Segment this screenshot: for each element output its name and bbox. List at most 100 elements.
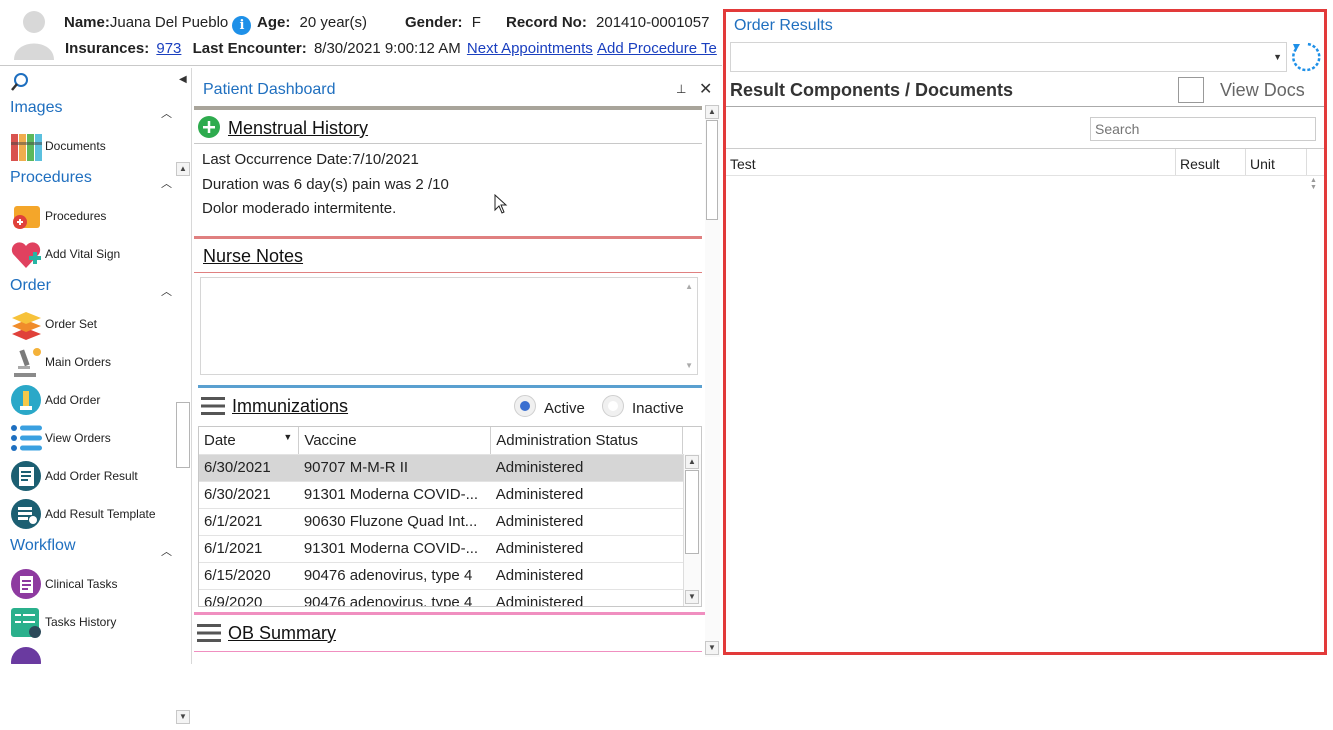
order-select-dropdown[interactable]: ▼ [730, 42, 1287, 72]
menstrual-line: Duration was 6 day(s) pain was 2 /10 [202, 176, 449, 193]
cell-vaccine: 91301 Moderna COVID-... [298, 535, 491, 563]
refresh-icon[interactable] [1290, 40, 1324, 74]
gender-row: Gender: F [405, 14, 481, 31]
collapse-sidebar-icon[interactable]: ◀ [179, 74, 187, 85]
scroll-thumb[interactable] [685, 470, 699, 554]
ob-summary-title[interactable]: OB Summary [228, 623, 336, 644]
add-circle-icon[interactable] [197, 115, 221, 139]
record-row: Record No: 201410-0001057 [506, 14, 709, 31]
insurances-link[interactable]: 973 [156, 40, 181, 57]
scroll-down-icon[interactable]: ▼ [685, 590, 699, 604]
scroll-up-icon[interactable]: ▲ [176, 162, 190, 176]
cell-vaccine: 90476 adenovirus, type 4 [298, 562, 491, 590]
cell-status: Administered [490, 508, 683, 536]
sidebar-item-view-orders[interactable]: View Orders [10, 421, 111, 455]
sidebar-item-label: Clinical Tasks [45, 577, 118, 591]
info-icon[interactable]: i [232, 16, 252, 35]
result-components-title: Result Components / Documents [730, 80, 1014, 100]
sidebar-item-order-set[interactable]: Order Set [10, 307, 97, 341]
cell-status: Administered [490, 562, 683, 590]
sidebar-item-partial[interactable] [10, 646, 43, 664]
name-label: Name: [64, 14, 110, 31]
section-divider [194, 612, 706, 615]
sidebar-item-add-order-result[interactable]: Add Order Result [10, 459, 138, 493]
sidebar-item-tasks-history[interactable]: Tasks History [10, 605, 116, 639]
cell-date: 6/9/2020 [199, 589, 299, 606]
scroll-thumb[interactable] [176, 402, 190, 468]
inactive-radio[interactable] [602, 395, 624, 417]
chevron-up-icon[interactable]: ︿ [161, 543, 172, 559]
section-order[interactable]: Order [10, 277, 51, 295]
chevron-up-icon[interactable]: ︿ [161, 175, 172, 191]
cell-vaccine: 90707 M-M-R II [298, 454, 491, 482]
sidebar-item-procedures[interactable]: Procedures [10, 199, 106, 233]
active-radio[interactable] [514, 395, 536, 417]
column-header-result[interactable]: Result [1180, 156, 1220, 172]
nurse-notes-textarea[interactable]: ▲ ▼ [200, 277, 698, 375]
sidebar-scrollbar[interactable]: ▲ ▼ [176, 162, 190, 730]
chevron-up-icon[interactable]: ︿ [161, 105, 172, 121]
column-separator [1245, 149, 1246, 175]
search-input[interactable] [1090, 117, 1316, 141]
section-workflow[interactable]: Workflow [10, 537, 76, 555]
column-header-unit[interactable]: Unit [1250, 156, 1275, 172]
nurse-notes-title[interactable]: Nurse Notes [203, 246, 303, 267]
table-row[interactable]: 6/1/2021 91301 Moderna COVID-... Adminis… [199, 535, 683, 563]
section-images[interactable]: Images [10, 99, 62, 117]
dashboard-scrollbar[interactable]: ▲ ▼ [705, 105, 720, 657]
search-icon[interactable] [10, 72, 30, 92]
dropdown-arrow-icon[interactable]: ▼ [1273, 52, 1282, 62]
scroll-up-icon[interactable]: ▲ [685, 282, 693, 291]
hamburger-menu-icon[interactable] [201, 396, 225, 416]
scroll-up-icon[interactable]: ▲ [705, 105, 719, 119]
section-divider [194, 236, 702, 239]
view-docs-checkbox[interactable] [1178, 77, 1204, 103]
section-procedures[interactable]: Procedures [10, 169, 92, 187]
scroll-down-icon[interactable]: ▼ [705, 641, 719, 655]
next-appointments-link[interactable]: Next Appointments [467, 40, 593, 57]
sidebar-item-label: View Orders [45, 431, 111, 445]
age-label: Age: [257, 14, 291, 31]
sort-arrow-icon[interactable]: ▼ [283, 432, 292, 442]
pin-icon[interactable]: ⊥ [676, 82, 686, 96]
table-row[interactable]: 6/9/2020 90476 adenovirus, type 4 Admini… [199, 589, 683, 606]
menstrual-history-title[interactable]: Menstrual History [228, 118, 368, 139]
sidebar-item-label: Order Set [45, 317, 98, 331]
add-procedure-row: Add Procedure Te [597, 40, 722, 57]
column-header-test[interactable]: Test [730, 156, 756, 172]
column-header-date[interactable]: Date ▼ [199, 427, 300, 455]
immunizations-title[interactable]: Immunizations [232, 396, 348, 417]
table-row[interactable]: 6/30/2021 91301 Moderna COVID-... Admini… [199, 481, 683, 509]
column-header-vaccine[interactable]: Vaccine [298, 427, 492, 455]
sidebar-item-main-orders[interactable]: Main Orders [10, 345, 111, 379]
chevron-up-icon[interactable]: ︿ [161, 283, 172, 299]
menstrual-line: Last Occurrence Date:7/10/2021 [202, 151, 419, 168]
table-row[interactable]: 6/1/2021 90630 Fluzone Quad Int... Admin… [199, 508, 683, 536]
radio-dot [608, 401, 618, 411]
hamburger-menu-icon[interactable] [197, 623, 221, 643]
sidebar-item-clinical-tasks[interactable]: Clinical Tasks [10, 567, 117, 601]
results-scroll-icon[interactable]: ▲ ▼ [1310, 177, 1317, 191]
sidebar-item-add-order[interactable]: Add Order [10, 383, 100, 417]
scroll-down-icon[interactable]: ▼ [176, 710, 190, 724]
table-row[interactable]: 6/15/2020 90476 adenovirus, type 4 Admin… [199, 562, 683, 590]
sidebar-item-add-vital-sign[interactable]: Add Vital Sign [10, 237, 120, 271]
sidebar-item-documents[interactable]: Documents [10, 129, 106, 163]
scroll-down-icon[interactable]: ▼ [685, 361, 693, 370]
scroll-thumb[interactable] [706, 120, 718, 220]
close-icon[interactable]: ✕ [699, 79, 712, 99]
divider [194, 651, 702, 652]
scroll-up-icon[interactable]: ▲ [685, 455, 699, 469]
add-order-result-icon [11, 460, 41, 491]
grid-scrollbar[interactable]: ▲ ▼ [683, 454, 701, 606]
patient-header: Name:Juana Del Pueblo i Age: 20 year(s) … [0, 0, 722, 66]
view-docs-label: View Docs [1220, 80, 1305, 100]
column-header-status[interactable]: Administration Status [490, 427, 683, 455]
add-procedure-link[interactable]: Add Procedure Te [597, 40, 717, 57]
menstrual-line: Dolor moderado intermitente. [202, 200, 397, 217]
sidebar-item-add-result-template[interactable]: Add Result Template [10, 497, 156, 531]
clinical-tasks-icon [11, 568, 41, 599]
inactive-label: Inactive [632, 400, 684, 417]
mouse-cursor-icon [494, 194, 508, 214]
table-row[interactable]: 6/30/2021 90707 M-M-R II Administered [199, 454, 683, 482]
